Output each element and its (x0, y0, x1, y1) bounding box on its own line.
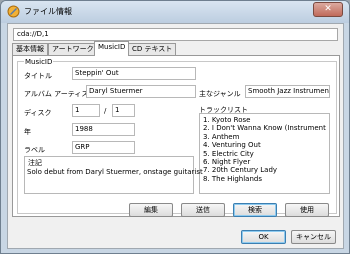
musicid-group-label: MusicID (24, 58, 54, 66)
file-path-field[interactable]: cda://D,1 (13, 28, 338, 41)
file-info-app-icon (7, 5, 20, 18)
use-button[interactable]: 使用 (285, 203, 329, 217)
tab-basic-info[interactable]: 基本情報 (12, 43, 48, 55)
tracklist-box[interactable]: 1. Kyoto Rose 2. I Don't Wanna Know (Ins… (199, 113, 330, 194)
title-field[interactable]: Steppin' Out (72, 67, 196, 80)
label-label: ラベル (24, 146, 45, 154)
year-field[interactable]: 1988 (72, 123, 135, 136)
track-item[interactable]: 2. I Don't Wanna Know (Instrumental Vers… (203, 124, 326, 132)
label-field[interactable]: GRP (72, 141, 135, 154)
close-button[interactable]: ✕ (313, 2, 343, 17)
album-artist-label: アルバム アーティスト (24, 90, 96, 98)
ok-button[interactable]: OK (241, 230, 286, 244)
track-item[interactable]: 6. Night Flyer (203, 158, 326, 166)
edit-button[interactable]: 編集 (129, 203, 173, 217)
title-bar[interactable]: ファイル情報 ✕ (1, 1, 349, 23)
tab-musicid[interactable]: MusicID (94, 41, 130, 56)
file-info-dialog: ファイル情報 ✕ cda://D,1 基本情報 アートワーク MusicID C… (0, 0, 350, 254)
cancel-button[interactable]: キャンセル (291, 230, 336, 244)
title-label: タイトル (24, 72, 52, 80)
tab-cd-text[interactable]: CD テキスト (128, 43, 177, 55)
disc-number-field[interactable]: 1 (72, 104, 100, 117)
track-item[interactable]: 7. 20th Century Lady (203, 166, 326, 174)
track-item[interactable]: 1. Kyoto Rose (203, 116, 326, 124)
notes-box[interactable]: 注記 Solo debut from Daryl Stuermer, onsta… (24, 156, 203, 194)
send-button[interactable]: 送信 (181, 203, 225, 217)
notes-label: 注記 (28, 159, 42, 167)
dialog-body: cda://D,1 基本情報 アートワーク MusicID CD テキスト Mu… (7, 23, 344, 249)
window-title: ファイル情報 (24, 7, 72, 16)
disc-separator: / (104, 107, 107, 115)
disc-label: ディスク (24, 109, 52, 117)
album-artist-field[interactable]: Daryl Stuermer (86, 85, 196, 98)
search-button[interactable]: 検索 (233, 203, 277, 217)
genre-field[interactable]: Smooth Jazz Instrumental (245, 85, 330, 98)
track-item[interactable]: 8. The Highlands (203, 175, 326, 183)
tab-artwork[interactable]: アートワーク (48, 43, 98, 55)
track-item[interactable]: 4. Venturing Out (203, 141, 326, 149)
notes-text: Solo debut from Daryl Stuermer, onstage … (27, 168, 203, 176)
disc-total-field[interactable]: 1 (112, 104, 135, 117)
track-item[interactable]: 3. Anthem (203, 133, 326, 141)
year-label: 年 (24, 128, 31, 136)
track-item[interactable]: 5. Electric City (203, 150, 326, 158)
genre-label: 主なジャンル (199, 90, 241, 98)
